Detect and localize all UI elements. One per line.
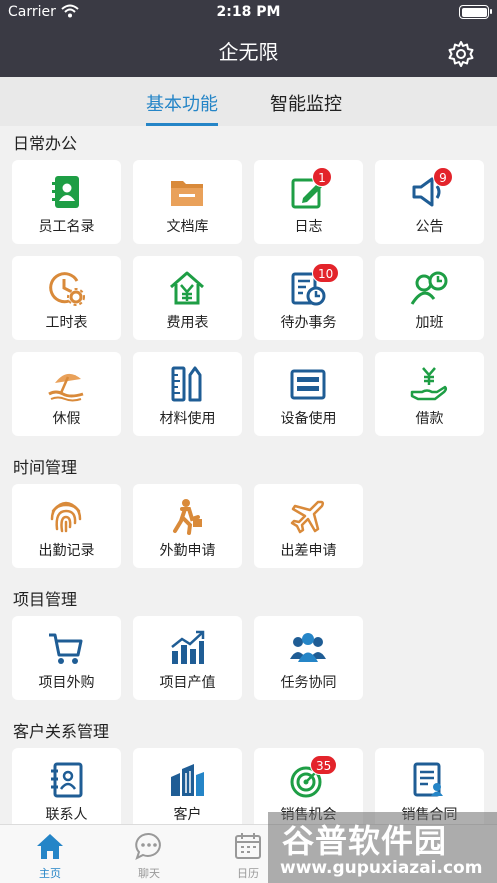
tile-log[interactable]: 日志 1: [254, 160, 363, 244]
settings-gear-icon[interactable]: [447, 40, 475, 68]
tile-label: 待办事务: [280, 315, 337, 331]
shopping-cart-icon: [49, 633, 83, 664]
watermark-url: www.gupuxiazai.com: [280, 858, 483, 878]
tile-business-trip-request[interactable]: 出差申请: [254, 484, 363, 568]
tile-timesheet[interactable]: 工时表: [12, 256, 121, 340]
tile-label: 加班: [415, 315, 444, 331]
tile-field-work-request[interactable]: 外勤申请: [133, 484, 242, 568]
unread-badge: 10: [312, 263, 340, 283]
tile-label: 项目产值: [159, 675, 216, 691]
nav-chat[interactable]: 聊天: [119, 831, 179, 881]
tile-label: 出差申请: [280, 543, 337, 559]
tile-document-library[interactable]: 文档库: [133, 160, 242, 244]
tile-loan[interactable]: 借款: [375, 352, 484, 436]
tile-equipment-usage[interactable]: 设备使用: [254, 352, 363, 436]
tile-todo-items[interactable]: 待办事务 10: [254, 256, 363, 340]
calendar-icon: [235, 833, 261, 859]
app-header: Carrier 2:18 PM 企无限: [0, 0, 497, 77]
tile-expense-sheet[interactable]: 费用表: [133, 256, 242, 340]
tile-label: 出勤记录: [38, 543, 95, 559]
tile-label: 材料使用: [159, 411, 216, 427]
section-title-time-management: 时间管理: [13, 458, 78, 477]
battery-icon: [459, 5, 492, 19]
nav-label: 主页: [39, 867, 61, 880]
page-title: 企无限: [218, 40, 279, 64]
fingerprint-icon: [50, 501, 82, 533]
tile-project-purchase[interactable]: 项目外购: [12, 616, 121, 700]
tile-label: 设备使用: [280, 411, 337, 427]
tile-label: 外勤申请: [159, 543, 216, 559]
tile-label: 项目外购: [38, 675, 95, 691]
tile-label: 休假: [52, 411, 81, 427]
airplane-icon: [290, 500, 325, 534]
tile-label: 客户: [173, 807, 202, 823]
section-title-crm: 客户关系管理: [13, 722, 110, 741]
function-tabs: 基本功能 智能监控: [0, 77, 497, 126]
tile-label: 任务协同: [280, 675, 337, 691]
section-title-project-management: 项目管理: [13, 590, 78, 609]
ruler-pencil-icon: [171, 366, 202, 402]
folder-icon: [171, 181, 203, 206]
tile-label: 日志: [294, 219, 323, 235]
tile-staff-directory[interactable]: 员工名录: [12, 160, 121, 244]
tile-announcement[interactable]: 公告 9: [375, 160, 484, 244]
tile-customers[interactable]: 客户: [133, 748, 242, 832]
nav-label: 聊天: [138, 867, 160, 880]
status-bar: Carrier 2:18 PM: [0, 0, 497, 24]
tile-label: 文档库: [166, 219, 209, 235]
tab-smart-monitoring[interactable]: 智能监控: [270, 90, 342, 126]
unread-badge: 35: [310, 755, 338, 775]
tile-label: 借款: [415, 411, 444, 427]
tile-label: 工时表: [45, 315, 88, 331]
nav-home[interactable]: 主页: [20, 831, 80, 881]
contact-card-icon: [51, 762, 83, 798]
clock-gear-icon: [49, 272, 85, 306]
watermark-text: 谷普软件园: [282, 822, 448, 860]
tile-label: 联系人: [45, 807, 88, 823]
people-group-icon: [290, 633, 326, 662]
person-clock-icon: [410, 271, 448, 305]
chat-icon: [135, 832, 161, 860]
section-title-daily-office: 日常办公: [13, 134, 78, 153]
watermark: 谷普软件园 www.gupuxiazai.com: [268, 812, 497, 883]
tile-vacation[interactable]: 休假: [12, 352, 121, 436]
tile-label: 费用表: [166, 315, 209, 331]
unread-badge: 1: [312, 167, 332, 187]
tile-task-collaboration[interactable]: 任务协同: [254, 616, 363, 700]
contract-icon: [413, 762, 443, 797]
tile-overtime[interactable]: 加班: [375, 256, 484, 340]
device-icon: [290, 369, 326, 400]
yuan-house-icon: [170, 271, 204, 305]
walking-person-icon: [173, 499, 202, 535]
tile-contacts[interactable]: 联系人: [12, 748, 121, 832]
home-icon: [37, 834, 63, 859]
beach-umbrella-icon: [48, 373, 84, 402]
tab-basic-functions[interactable]: 基本功能: [146, 90, 218, 126]
tile-material-usage[interactable]: 材料使用: [133, 352, 242, 436]
contacts-book-icon: [52, 176, 79, 208]
unread-badge: 9: [433, 167, 453, 187]
tile-label: 公告: [415, 219, 444, 235]
buildings-icon: [171, 764, 204, 796]
tile-attendance-record[interactable]: 出勤记录: [12, 484, 121, 568]
hand-yuan-icon: [410, 367, 448, 401]
tile-label: 员工名录: [38, 219, 95, 235]
tile-project-output-value[interactable]: 项目产值: [133, 616, 242, 700]
bar-chart-icon: [171, 630, 205, 664]
clock: 2:18 PM: [216, 4, 281, 20]
